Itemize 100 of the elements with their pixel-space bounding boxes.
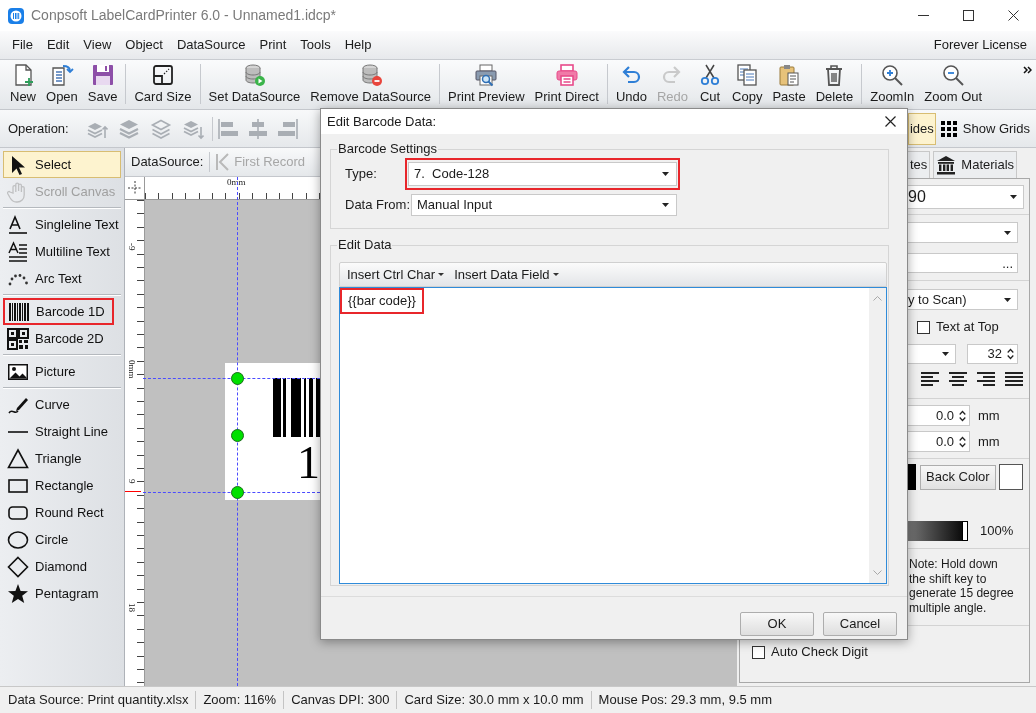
tool-button[interactable]: Arc Text — [3, 265, 121, 292]
toolbar-button[interactable]: Paste — [767, 60, 811, 108]
checkbox-label: Auto Check Digit — [771, 643, 868, 662]
checkbox[interactable] — [752, 645, 765, 659]
dropdown[interactable]: Manual Input — [411, 194, 677, 216]
toolbar-button[interactable]: Cut — [693, 60, 728, 108]
rounded-rectangle-icon — [8, 505, 28, 520]
menu-item[interactable]: Object — [118, 33, 170, 57]
dialog-title: Edit Barcode Data: — [326, 112, 437, 131]
tool-button[interactable]: Pentagram — [3, 580, 121, 607]
menu-item[interactable]: Edit — [39, 33, 77, 57]
menu-item[interactable]: Print — [252, 33, 294, 57]
star-icon — [7, 582, 29, 605]
insert-menu-button[interactable]: Insert Data Field — [454, 264, 559, 285]
opacity-slider[interactable] — [906, 521, 968, 541]
note-text: Note: Hold down the shift key to generate 15 degree multiple angle. — [909, 557, 1015, 615]
data-text-area[interactable]: {{bar code}} — [339, 287, 887, 584]
toolbar-button[interactable]: Card Size — [129, 60, 197, 108]
overflow-chevron-icon[interactable] — [1023, 66, 1032, 74]
dropdown[interactable] — [906, 344, 956, 364]
database-play-icon — [242, 63, 267, 87]
tool-button[interactable]: Barcode 2D — [3, 325, 121, 352]
text-justify-icon[interactable] — [1004, 371, 1024, 387]
scrollbar[interactable] — [869, 288, 886, 583]
ellipse-icon — [7, 530, 29, 549]
dropdown[interactable]: 7. Code-128 — [408, 162, 677, 186]
tool-button[interactable]: Round Rect — [3, 499, 121, 526]
menu-item[interactable]: DataSource — [169, 33, 253, 57]
spin-field[interactable]: 0.0 — [906, 431, 970, 452]
zoom-in-icon — [880, 63, 905, 87]
diamond-icon — [7, 555, 29, 578]
menu-item[interactable]: File — [5, 33, 40, 57]
toolbar-button[interactable]: Remove DataSource — [305, 60, 436, 108]
tool-button[interactable]: Picture — [3, 358, 121, 385]
toolbar-button[interactable]: Copy — [727, 60, 768, 108]
status-text: Zoom: 116% — [203, 691, 277, 710]
barcode-icon — [8, 300, 30, 323]
text-align-center-icon[interactable] — [948, 371, 968, 387]
insert-menu-button[interactable]: Insert Ctrl Char — [347, 264, 445, 285]
tool-button[interactable]: Curve — [3, 391, 121, 418]
tool-button[interactable]: Multiline Text — [3, 238, 121, 265]
checkbox[interactable] — [917, 320, 930, 334]
line-icon — [8, 430, 28, 433]
toolbar-button[interactable]: Zoom Out — [919, 60, 988, 108]
spin-arrows-icon — [959, 409, 966, 422]
menu-item[interactable]: Tools — [293, 33, 338, 57]
toolbar-button[interactable]: Delete — [810, 60, 859, 108]
browse-button[interactable]: ... — [1002, 256, 1013, 270]
browse-field[interactable]: ... — [906, 253, 1018, 273]
dropdown[interactable]: y to Scan) — [906, 289, 1018, 310]
toggle-button[interactable]: Show Grids — [938, 112, 1032, 145]
toolbar-button[interactable]: Open — [41, 60, 83, 108]
status-text: Card Size: 30.0 mm x 10.0 mm — [404, 691, 584, 710]
toolbar-button[interactable]: Save — [82, 60, 123, 108]
copy-icon — [735, 63, 760, 87]
toolbar-button[interactable]: Print Direct — [529, 60, 604, 108]
text-lines-icon — [7, 240, 29, 263]
tool-button[interactable]: Barcode 1D — [3, 298, 114, 325]
toolbar-button[interactable]: Set DataSource — [203, 60, 306, 108]
crosshair-icon — [127, 181, 142, 195]
ruler-label: 18 — [127, 603, 137, 612]
frame-corner-icon — [151, 63, 175, 87]
datasource-label: DataSource: — [131, 153, 204, 172]
group-title: Barcode Settings — [337, 141, 438, 157]
tool-button[interactable]: Select — [3, 151, 121, 178]
tool-button[interactable]: Circle — [3, 526, 121, 553]
qr-code-icon — [7, 327, 29, 350]
barcode-graphic — [273, 378, 320, 437]
dropdown[interactable]: 90 — [906, 185, 1024, 209]
back-color-button[interactable]: Back Color — [920, 464, 996, 490]
tool-button[interactable]: Singleline Text — [3, 211, 121, 238]
rectangle-icon — [8, 478, 28, 493]
caret-icon — [552, 273, 559, 276]
toolbar-button[interactable]: ZoomIn — [865, 60, 920, 108]
caret-icon — [1010, 195, 1017, 199]
toolbar-button[interactable]: New — [5, 60, 41, 108]
status-text: Canvas DPI: 300 — [291, 691, 390, 710]
tab[interactable]: Materials — [933, 151, 1018, 178]
toolbar-button[interactable]: Undo — [610, 60, 652, 108]
menu-item[interactable]: Help — [337, 33, 379, 57]
tool-button[interactable]: Straight Line — [3, 418, 121, 445]
tool-button[interactable]: Rectangle — [3, 472, 121, 499]
spin-field[interactable]: 32 — [966, 344, 1018, 364]
toggle-button[interactable]: ides — [907, 112, 936, 145]
color-swatch[interactable] — [998, 464, 1023, 490]
text-align-left-icon[interactable] — [920, 371, 940, 387]
text-align-right-icon[interactable] — [976, 371, 996, 387]
menu-item[interactable]: View — [76, 33, 119, 57]
slider-thumb[interactable] — [962, 521, 968, 541]
spin-arrows-icon — [1007, 348, 1014, 360]
status-text: Data Source: Print quantity.xlsx — [8, 691, 189, 710]
tool-button[interactable]: Diamond — [3, 553, 121, 580]
app-icon — [8, 7, 24, 24]
tab[interactable]: tes — [907, 151, 931, 178]
toolbar-button[interactable]: Print Preview — [443, 60, 530, 108]
cancel-button[interactable]: Cancel — [823, 612, 897, 636]
ok-button[interactable]: OK — [740, 612, 814, 636]
tool-button[interactable]: Triangle — [3, 445, 121, 472]
caret-icon — [941, 352, 949, 356]
spin-field[interactable]: 0.0 — [906, 405, 970, 426]
